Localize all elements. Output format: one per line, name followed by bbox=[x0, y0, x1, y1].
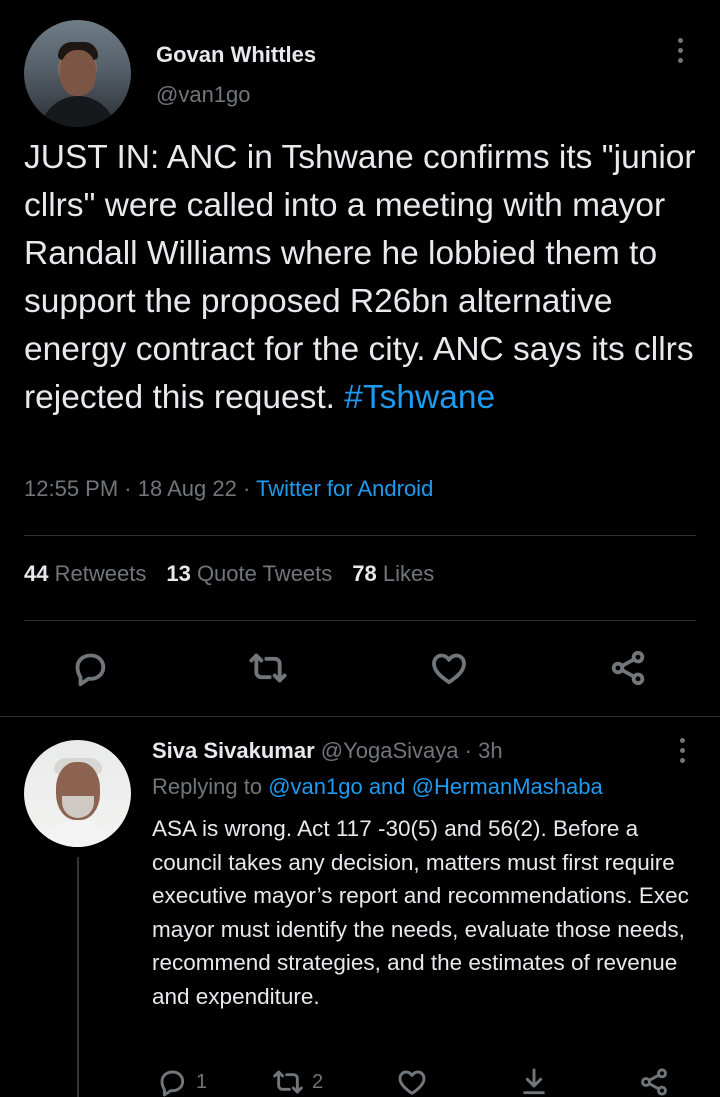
reply-icon bbox=[160, 1070, 185, 1097]
retweet-count: 2 bbox=[312, 1070, 324, 1093]
replying-and: and bbox=[362, 774, 412, 799]
reply-time[interactable]: 3h bbox=[478, 738, 502, 763]
retweets-count: 44 bbox=[24, 561, 49, 586]
share-button[interactable] bbox=[608, 648, 652, 692]
tweet-separator bbox=[0, 716, 720, 717]
retweets-stat[interactable]: 44 Retweets bbox=[24, 561, 146, 586]
likes-label: Likes bbox=[382, 561, 435, 586]
tweet-stats: 44 Retweets 13 Quote Tweets 78 Likes bbox=[24, 561, 434, 587]
share-icon bbox=[641, 1068, 667, 1096]
tweet-text: JUST IN: ANC in Tshwane confirms its "ju… bbox=[24, 134, 696, 422]
like-button[interactable] bbox=[429, 648, 473, 692]
thread-line bbox=[77, 857, 79, 1097]
reply-separator: · bbox=[458, 738, 479, 763]
reply-bookmark-button[interactable] bbox=[518, 1064, 550, 1097]
reply-share-button[interactable] bbox=[638, 1064, 670, 1097]
reply-more-options-icon[interactable] bbox=[672, 738, 692, 770]
reply-author-name[interactable]: Siva Sivakumar bbox=[152, 738, 315, 763]
tweet-date[interactable]: 18 Aug 22 bbox=[138, 476, 237, 501]
like-icon bbox=[432, 653, 466, 685]
mention-link[interactable]: @van1go bbox=[268, 774, 363, 799]
share-icon bbox=[611, 650, 645, 686]
reply-header: Siva Sivakumar @YogaSivaya · 3h bbox=[152, 738, 503, 764]
tweet-body: JUST IN: ANC in Tshwane confirms its "ju… bbox=[24, 139, 696, 416]
retweet-icon bbox=[273, 1070, 303, 1094]
tweet-meta: 12:55 PM · 18 Aug 22 · Twitter for Andro… bbox=[24, 476, 433, 502]
tweet-time[interactable]: 12:55 PM bbox=[24, 476, 118, 501]
quotes-count: 13 bbox=[166, 561, 191, 586]
author-name[interactable]: Govan Whittles bbox=[156, 42, 316, 68]
replying-prefix: Replying to bbox=[152, 774, 269, 799]
quotes-stat[interactable]: 13 Quote Tweets bbox=[166, 561, 332, 586]
meta-separator: · bbox=[118, 476, 138, 501]
retweets-label: Retweets bbox=[54, 561, 147, 586]
reply-text: ASA is wrong. Act 117 -30(5) and 56(2). … bbox=[152, 816, 689, 1009]
reply-icon bbox=[75, 653, 106, 687]
reply-retweet-button[interactable]: 2 bbox=[272, 1064, 323, 1097]
likes-count: 78 bbox=[352, 561, 377, 586]
author-handle[interactable]: @van1go bbox=[156, 82, 251, 108]
divider bbox=[24, 535, 696, 536]
reply-author-handle[interactable]: @YogaSivaya bbox=[321, 738, 459, 763]
reply-like-button[interactable] bbox=[396, 1064, 428, 1097]
meta-separator: · bbox=[236, 476, 256, 501]
bookmark-icon bbox=[523, 1068, 545, 1095]
quotes-label: Quote Tweets bbox=[196, 561, 333, 586]
reply-button[interactable] bbox=[70, 648, 114, 692]
tweet-source[interactable]: Twitter for Android bbox=[256, 476, 433, 501]
replying-to: Replying to @van1go and @HermanMashaba bbox=[152, 774, 603, 800]
divider bbox=[24, 620, 696, 621]
hashtag-link[interactable]: #Tshwane bbox=[344, 379, 495, 416]
mention-link[interactable]: @HermanMashaba bbox=[412, 774, 603, 799]
author-avatar[interactable] bbox=[24, 20, 131, 127]
likes-stat[interactable]: 78 Likes bbox=[352, 561, 434, 586]
retweet-button[interactable] bbox=[248, 648, 292, 692]
more-options-icon[interactable] bbox=[670, 38, 690, 70]
reply-count: 1 bbox=[196, 1070, 208, 1093]
reply-author-avatar[interactable] bbox=[24, 740, 131, 847]
retweet-icon bbox=[249, 653, 287, 683]
reply-reply-button[interactable]: 1 bbox=[156, 1064, 207, 1097]
like-icon bbox=[398, 1070, 426, 1095]
